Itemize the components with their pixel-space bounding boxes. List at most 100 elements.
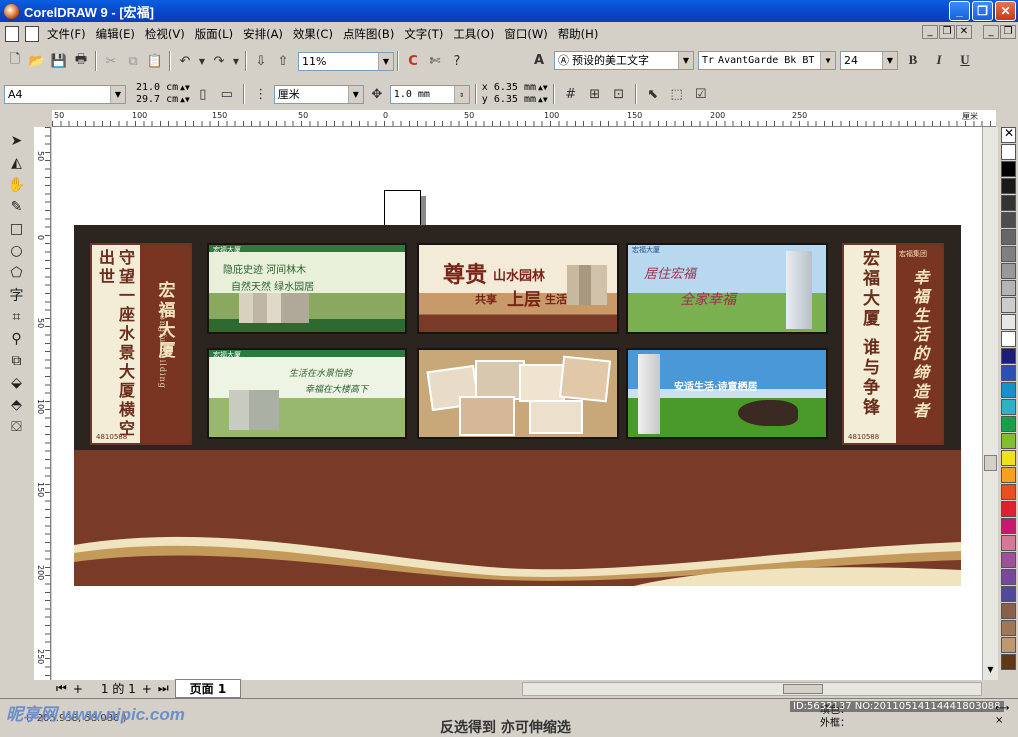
page-outline[interactable] xyxy=(384,190,421,226)
color-swatch[interactable] xyxy=(1001,246,1016,262)
color-swatch[interactable] xyxy=(1001,535,1016,551)
draw-selection-icon[interactable]: ⬚ xyxy=(666,83,688,105)
color-swatch[interactable] xyxy=(1001,161,1016,177)
menu-edit[interactable]: 编辑(E) xyxy=(91,26,140,42)
print-icon[interactable]: 🖶 xyxy=(70,50,92,72)
doc-restore-button[interactable]: ❐ xyxy=(939,25,955,39)
color-swatch[interactable] xyxy=(1001,569,1016,585)
inner-restore-button[interactable]: ❐ xyxy=(1000,25,1016,39)
color-swatch[interactable] xyxy=(1001,382,1016,398)
scroll-thumb[interactable] xyxy=(783,684,823,694)
left-vertical-banner[interactable]: 守望一座水景大厦横空出世 宏福大厦 Hongfu Building 481058… xyxy=(90,243,192,445)
menu-help[interactable]: 帮助(H) xyxy=(553,26,604,42)
text-tool-icon[interactable]: 字 xyxy=(5,284,29,306)
paper-size-spinners[interactable]: 21.0 cm 29.7 cm xyxy=(136,82,178,106)
vertical-scrollbar[interactable]: ▼ xyxy=(982,127,998,680)
ad-panel-6[interactable]: 安适生活·诗意栖居 xyxy=(626,348,828,439)
document-icon-2[interactable] xyxy=(25,26,39,42)
menu-view[interactable]: 检视(V) xyxy=(140,26,190,42)
color-swatch[interactable] xyxy=(1001,467,1016,483)
color-swatch[interactable] xyxy=(1001,433,1016,449)
color-swatch[interactable] xyxy=(1001,178,1016,194)
drawing-canvas[interactable]: 守望一座水景大厦横空出世 宏福大厦 Hongfu Building 481058… xyxy=(52,127,998,680)
ellipse-tool-icon[interactable]: ○ xyxy=(5,240,29,262)
cut-icon[interactable]: ✂ xyxy=(100,50,122,72)
color-swatch[interactable] xyxy=(1001,297,1016,313)
add-page-icon[interactable]: + xyxy=(73,682,83,696)
rectangle-tool-icon[interactable]: □ xyxy=(5,218,29,240)
snap-objects-icon[interactable]: ⊡ xyxy=(608,83,630,105)
eyedropper-tool-icon[interactable]: ⚲ xyxy=(5,328,29,350)
whats-this-icon[interactable]: ? xyxy=(446,50,468,72)
color-swatch[interactable] xyxy=(1001,263,1016,279)
color-swatch[interactable] xyxy=(1001,365,1016,381)
new-icon[interactable]: 🗋 xyxy=(4,50,26,72)
last-page-icon[interactable]: ⏭ xyxy=(158,681,169,696)
menu-layout[interactable]: 版面(L) xyxy=(190,26,238,42)
scroll-down-icon[interactable]: ▼ xyxy=(984,665,997,678)
color-swatch[interactable] xyxy=(1001,450,1016,466)
options-icon[interactable]: ☑ xyxy=(690,83,712,105)
color-swatch[interactable] xyxy=(1001,586,1016,602)
menu-tools[interactable]: 工具(O) xyxy=(448,26,499,42)
chevron-down-icon[interactable]: ▼ xyxy=(230,50,242,72)
color-swatch[interactable] xyxy=(1001,280,1016,296)
document-icon[interactable] xyxy=(5,26,19,42)
export-icon[interactable]: ⇧ xyxy=(272,50,294,72)
scrapbook-icon[interactable]: ✄ xyxy=(424,50,446,72)
color-swatch[interactable] xyxy=(1001,195,1016,211)
page-tab[interactable]: 页面 1 xyxy=(174,679,242,698)
color-swatch[interactable] xyxy=(1001,399,1016,415)
landscape-icon[interactable]: ▭ xyxy=(216,83,238,105)
doc-close-button[interactable]: ✕ xyxy=(956,25,972,39)
ad-panel-3[interactable]: 宏福大厦 居住宏福 全家幸福 xyxy=(626,243,828,334)
zoom-combo[interactable]: 11% ▼ xyxy=(298,51,394,71)
interactive-fill-tool-icon[interactable]: ⬘ xyxy=(5,394,29,416)
color-swatch[interactable] xyxy=(1001,518,1016,534)
color-swatch[interactable] xyxy=(1001,603,1016,619)
pick-tool-icon[interactable]: ➤ xyxy=(5,130,29,152)
menu-bitmaps[interactable]: 点阵图(B) xyxy=(338,26,399,42)
bucket-tool-icon[interactable]: ⛋ xyxy=(5,416,29,438)
snap-guidelines-icon[interactable]: ⊞ xyxy=(584,83,606,105)
spinner-arrows[interactable]: ▲▼ ▲▼ xyxy=(538,82,548,106)
color-swatch[interactable] xyxy=(1001,501,1016,517)
snap-grid-icon[interactable]: # xyxy=(560,83,582,105)
menu-effects[interactable]: 效果(C) xyxy=(288,26,338,42)
ad-panel-4[interactable]: 宏福大厦 生活在水景怡韵 幸福在大楼高下 xyxy=(207,348,407,439)
nudge-input[interactable]: 1.0 mm ⇕ xyxy=(389,84,470,104)
color-swatch[interactable] xyxy=(1001,620,1016,636)
ad-panel-1[interactable]: 宏福大厦 隐庇史迹 河间林木 自然天然 绿水园居 xyxy=(207,243,407,334)
no-fill-swatch[interactable]: ✕ xyxy=(1001,126,1016,143)
polygon-tool-icon[interactable]: ⬠ xyxy=(5,262,29,284)
color-swatch[interactable] xyxy=(1001,144,1016,160)
color-swatch[interactable] xyxy=(1001,331,1016,347)
color-swatch[interactable] xyxy=(1001,416,1016,432)
color-swatch[interactable] xyxy=(1001,348,1016,364)
treat-as-filled-icon[interactable]: ⬉ xyxy=(642,83,664,105)
right-vertical-banner[interactable]: 宏福大厦 谁与争锋 幸福生活的缔造者 宏福集团 4810588 xyxy=(842,243,944,445)
units-combo[interactable]: 厘米 ▼ xyxy=(273,84,364,104)
zoom-hand-tool-icon[interactable]: ✋ xyxy=(5,174,29,196)
interactive-tool-icon[interactable]: ⌗ xyxy=(5,306,29,328)
billboard-design[interactable]: 守望一座水景大厦横空出世 宏福大厦 Hongfu Building 481058… xyxy=(74,225,961,586)
menu-file[interactable]: 文件(F) xyxy=(42,26,91,42)
inner-minimize-button[interactable]: _ xyxy=(983,25,999,39)
copy-icon[interactable]: ⧉ xyxy=(122,50,144,72)
shape-tool-icon[interactable]: ◭ xyxy=(5,152,29,174)
horizontal-scrollbar[interactable] xyxy=(522,682,982,696)
close-button[interactable]: ✕ xyxy=(995,1,1016,21)
import-icon[interactable]: ⇩ xyxy=(250,50,272,72)
scroll-thumb[interactable] xyxy=(984,455,997,471)
color-swatch[interactable] xyxy=(1001,552,1016,568)
undo-icon[interactable]: ↶ xyxy=(174,50,196,72)
restore-button[interactable]: ❐ xyxy=(972,1,993,21)
menu-window[interactable]: 窗口(W) xyxy=(499,26,552,42)
duplicate-distance[interactable]: x 6.35 mm y 6.35 mm xyxy=(482,82,536,106)
color-swatch[interactable] xyxy=(1001,654,1016,670)
color-swatch[interactable] xyxy=(1001,637,1016,653)
spinner-arrows[interactable]: ▲▼ ▲▼ xyxy=(180,82,190,106)
ad-panel-5[interactable] xyxy=(417,348,619,439)
paper-type-combo[interactable]: A4 ▼ xyxy=(4,84,126,104)
open-icon[interactable]: 📂 xyxy=(26,50,48,72)
